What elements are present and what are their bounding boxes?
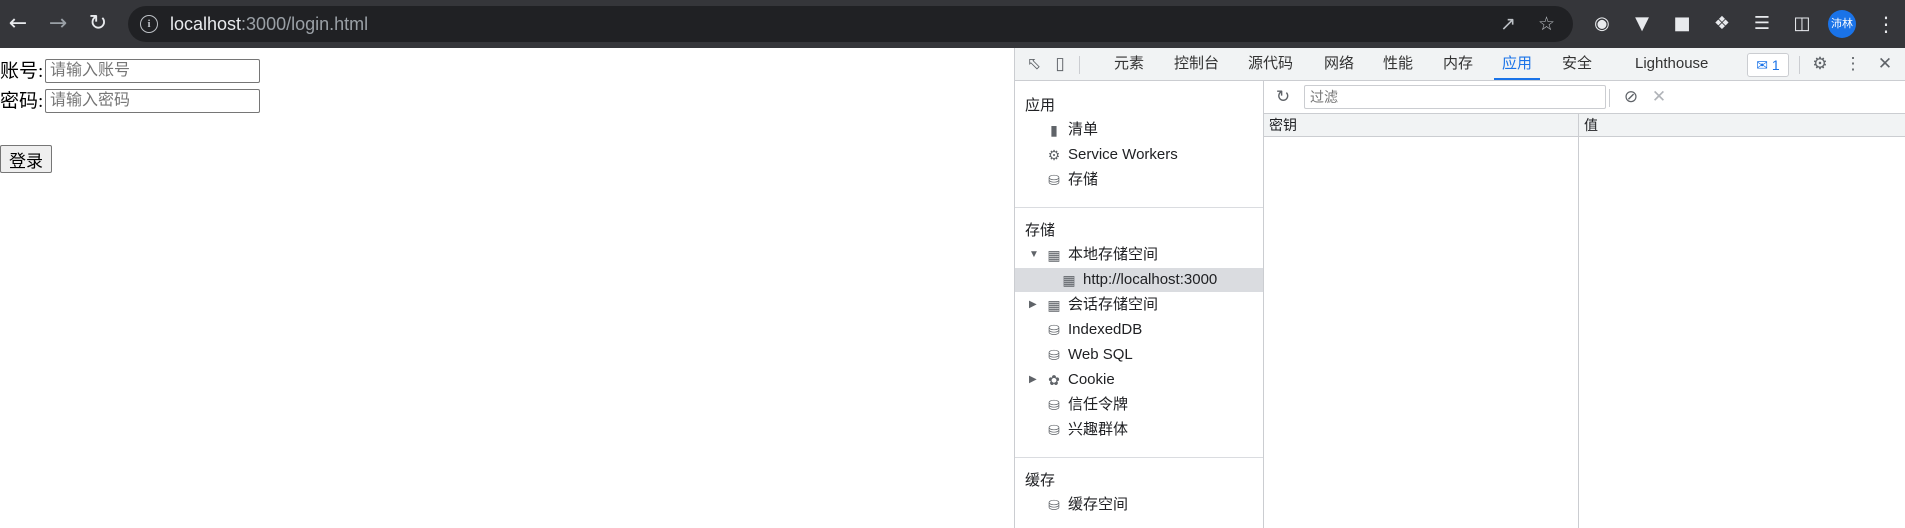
application-sidebar: 应用 ▮ 清单 ⚙ Service Workers ⛁ 存储 存储 ▼ ▦ 本地… — [1015, 81, 1264, 528]
sidebar-item-label: Web SQL — [1068, 346, 1133, 363]
reading-list-icon[interactable]: ☰ — [1750, 12, 1774, 36]
sidebar-item-label: 缓存空间 — [1068, 496, 1129, 513]
tab-lighthouse[interactable]: Lighthouse — [1635, 48, 1708, 80]
tab-console[interactable]: 控制台 — [1174, 48, 1219, 80]
account-row: 账号: — [0, 58, 260, 86]
column-header-key[interactable]: 密钥 — [1269, 114, 1297, 136]
sidebar-item-label: 本地存储空间 — [1068, 246, 1159, 263]
document-icon: ▮ — [1050, 122, 1058, 138]
sidebar-item-storage[interactable]: ⛁ 存储 — [1015, 168, 1263, 192]
collapsed-triangle-icon[interactable]: ▶ — [1029, 368, 1037, 392]
tab-application[interactable]: 应用 — [1493, 48, 1541, 80]
url-text[interactable]: localhost:3000/login.html — [170, 14, 368, 35]
sidebar-item-label: IndexedDB — [1068, 321, 1143, 338]
tab-memory[interactable]: 内存 — [1443, 48, 1473, 80]
column-header-value[interactable]: 值 — [1584, 114, 1598, 136]
tab-elements[interactable]: 元素 — [1114, 48, 1144, 80]
login-button[interactable]: 登录 — [0, 145, 52, 173]
table-header: 密钥 值 — [1264, 114, 1905, 137]
issues-icon: ✉ — [1756, 57, 1769, 73]
database-icon: ⛁ — [1048, 497, 1060, 513]
password-row: 密码: — [0, 88, 260, 116]
extension-mask-icon[interactable]: ■ — [1670, 12, 1694, 36]
delete-selected-icon[interactable]: ✕ — [1648, 86, 1670, 108]
tab-network[interactable]: 网络 — [1324, 48, 1354, 80]
devtools-settings-gear-icon[interactable]: ⚙ — [1809, 53, 1831, 75]
sidebar-item-label: 会话存储空间 — [1068, 296, 1159, 313]
sidebar-item-cookie[interactable]: ▶ ✿ Cookie — [1015, 368, 1263, 392]
column-divider[interactable] — [1578, 114, 1579, 528]
devtools-close-icon[interactable]: ✕ — [1874, 53, 1896, 75]
sidebar-item-label: 存储 — [1068, 171, 1099, 188]
site-info-icon[interactable]: i — [140, 15, 158, 33]
storage-toolbar: ↻ ⊘ ✕ — [1264, 81, 1905, 114]
sidebar-item-label: Cookie — [1068, 371, 1115, 388]
extensions-puzzle-icon[interactable]: ❖ — [1710, 12, 1734, 36]
password-label: 密码: — [0, 91, 44, 112]
cookie-icon: ✿ — [1048, 372, 1060, 388]
sidebar-item-localhost-origin[interactable]: ▦ http://localhost:3000 — [1015, 268, 1263, 292]
sidebar-item-interest-groups[interactable]: ⛁ 兴趣群体 — [1015, 418, 1263, 442]
account-input[interactable] — [45, 59, 260, 83]
storage-main-pane: ↻ ⊘ ✕ 密钥 值 — [1264, 81, 1905, 528]
section-title-application: 应用 — [1025, 97, 1056, 114]
sidebar-item-label: http://localhost:3000 — [1083, 271, 1218, 288]
devtools-tab-bar: ⬁ ▯ 元素 控制台 源代码 网络 性能 内存 应用 安全 Lighthouse… — [1015, 48, 1905, 81]
sidebar-item-local-storage[interactable]: ▼ ▦ 本地存储空间 — [1015, 243, 1263, 267]
sidebar-item-label: 清单 — [1068, 121, 1099, 138]
device-toolbar-icon[interactable]: ▯ — [1049, 53, 1071, 75]
tab-performance[interactable]: 性能 — [1383, 48, 1413, 80]
sidebar-item-manifest[interactable]: ▮ 清单 — [1015, 118, 1263, 142]
database-icon: ⛁ — [1048, 397, 1060, 413]
clear-all-icon[interactable]: ⊘ — [1620, 86, 1642, 108]
sidebar-item-service-workers[interactable]: ⚙ Service Workers — [1015, 143, 1263, 167]
table-grid-icon: ▦ — [1047, 247, 1061, 263]
issues-badge[interactable]: ✉ 1 — [1747, 53, 1789, 77]
sidebar-item-label: 兴趣群体 — [1068, 421, 1129, 438]
password-input[interactable] — [45, 89, 260, 113]
database-icon: ⛁ — [1048, 172, 1060, 188]
tab-sources[interactable]: 源代码 — [1248, 48, 1293, 80]
sidebar-item-session-storage[interactable]: ▶ ▦ 会话存储空间 — [1015, 293, 1263, 317]
section-title-storage: 存储 — [1025, 222, 1056, 239]
browser-toolbar: ← → ↻ i localhost:3000/login.html ↗ ☆ ◉ … — [0, 0, 1905, 48]
side-panel-icon[interactable]: ◫ — [1790, 12, 1814, 36]
sidebar-item-trust-tokens[interactable]: ⛁ 信任令牌 — [1015, 393, 1263, 417]
expanded-triangle-icon[interactable]: ▼ — [1029, 243, 1039, 267]
section-title-cache: 缓存 — [1025, 472, 1056, 489]
sidebar-item-label: 信任令牌 — [1068, 396, 1129, 413]
reload-icon[interactable]: ↻ — [84, 10, 112, 38]
devtools-more-icon[interactable]: ⋮ — [1842, 53, 1864, 75]
sidebar-item-cache-storage[interactable]: ⛁ 缓存空间 — [1015, 493, 1263, 517]
refresh-icon[interactable]: ↻ — [1272, 86, 1294, 108]
extension-vue-icon[interactable]: ▼ — [1630, 12, 1654, 36]
back-icon[interactable]: ← — [4, 10, 32, 38]
address-bar[interactable]: i localhost:3000/login.html ↗ ☆ — [128, 6, 1573, 42]
browser-menu-icon[interactable]: ⋮ — [1876, 10, 1896, 38]
table-grid-icon: ▦ — [1062, 272, 1076, 288]
forward-icon[interactable]: → — [44, 10, 72, 38]
profile-avatar[interactable]: 沛林 — [1828, 10, 1856, 38]
inspect-element-icon[interactable]: ⬁ — [1023, 53, 1045, 75]
sidebar-item-label: Service Workers — [1068, 146, 1178, 163]
devtools-panel: ⬁ ▯ 元素 控制台 源代码 网络 性能 内存 应用 安全 Lighthouse… — [1014, 48, 1905, 528]
gear-icon: ⚙ — [1047, 147, 1061, 163]
filter-input[interactable] — [1304, 85, 1606, 109]
sidebar-item-indexeddb[interactable]: ⛁ IndexedDB — [1015, 318, 1263, 342]
sidebar-item-web-sql[interactable]: ⛁ Web SQL — [1015, 343, 1263, 367]
table-grid-icon: ▦ — [1047, 297, 1061, 313]
database-icon: ⛁ — [1048, 347, 1060, 363]
account-label: 账号: — [0, 61, 44, 82]
extension-globe-icon[interactable]: ◉ — [1590, 12, 1614, 36]
bookmark-star-icon[interactable]: ☆ — [1538, 13, 1555, 35]
database-icon: ⛁ — [1048, 322, 1060, 338]
database-icon: ⛁ — [1048, 422, 1060, 438]
collapsed-triangle-icon[interactable]: ▶ — [1029, 293, 1037, 317]
issues-count: 1 — [1771, 57, 1780, 73]
share-icon[interactable]: ↗ — [1500, 13, 1516, 35]
page-content: 账号: 密码: 登录 — [0, 48, 1014, 528]
tab-security[interactable]: 安全 — [1562, 48, 1592, 80]
